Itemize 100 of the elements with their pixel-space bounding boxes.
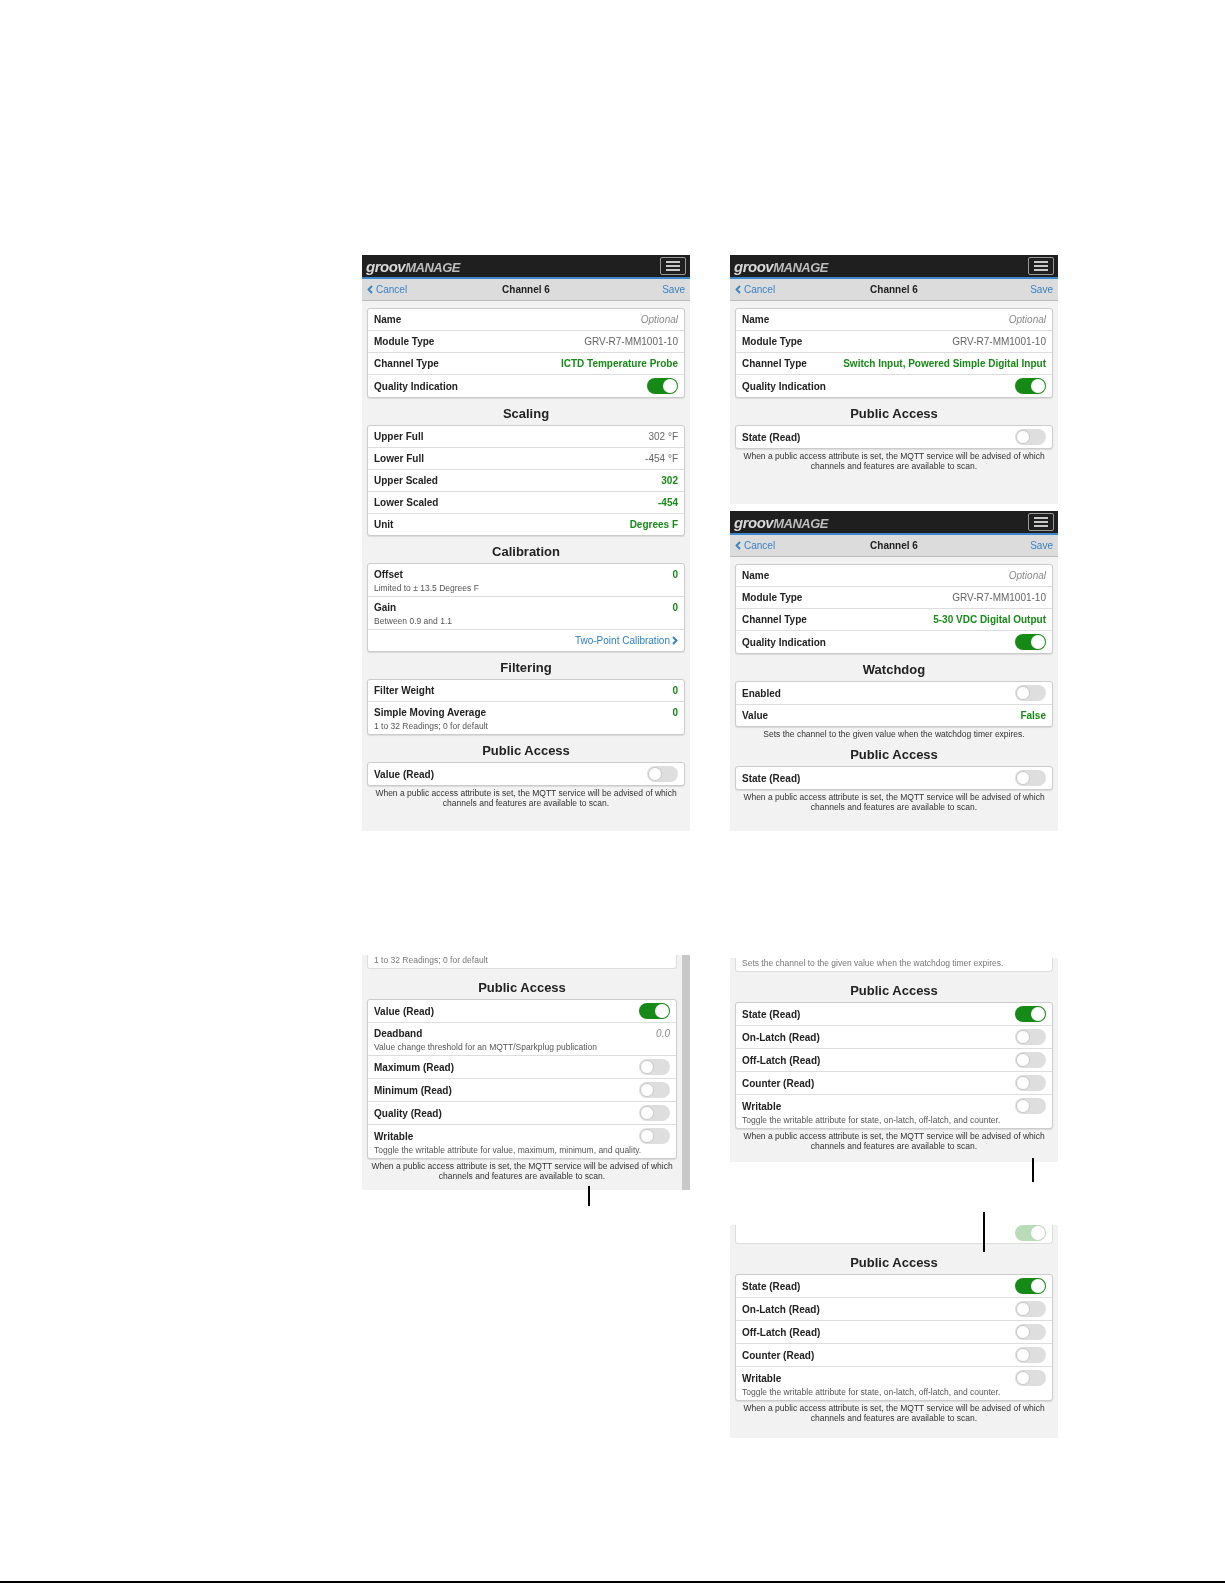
note-text: Sets the channel to the given value when the watchdog timer expires. [762, 729, 1026, 739]
section-heading: Public Access [481, 743, 571, 759]
field-value: GRV-R7-MM1001-10 [584, 335, 678, 349]
field-hint: Sets the channel to the given value when the watchdog timer expires. [742, 958, 1004, 969]
save-link[interactable]: Save [1030, 282, 1053, 297]
toggle-switch[interactable] [1015, 1347, 1046, 1363]
field-value[interactable]: 0.0 [656, 1026, 670, 1041]
chevron-left-icon [735, 541, 741, 550]
field-value[interactable]: Optional [1008, 568, 1046, 583]
section-heading: Public Access [849, 747, 939, 763]
section-heading: Calibration [491, 544, 561, 560]
field-value[interactable]: 0 [672, 705, 678, 720]
field-label: Quality (Read) [374, 1106, 442, 1121]
field-value[interactable]: Switch Input, Powered Simple Digital Input [843, 356, 1046, 371]
toggle-switch[interactable] [1015, 1052, 1046, 1068]
toggle-switch[interactable] [1015, 1324, 1046, 1340]
field-value[interactable]: False [1020, 708, 1046, 723]
field-label: Channel Type [374, 357, 439, 371]
section-heading: Public Access [849, 1255, 939, 1271]
field-value[interactable]: ICTD Temperature Probe [560, 356, 678, 371]
cancel-link[interactable]: Cancel [367, 282, 408, 297]
field-label: Value (Read) [374, 1004, 435, 1019]
toggle-switch[interactable] [1015, 685, 1046, 701]
toggle-switch[interactable] [639, 1003, 670, 1019]
field-value[interactable]: Optional [1008, 312, 1046, 327]
note-text: When a public access attribute is set, the MQTT service will be advised of which channels and features are available to scan. [370, 1161, 674, 1181]
toggle-switch[interactable] [639, 1105, 670, 1121]
field-label: State (Read) [742, 771, 801, 786]
toggle-switch[interactable] [1015, 770, 1046, 786]
field-value[interactable]: 0 [672, 600, 678, 615]
toggle-switch[interactable] [1015, 1301, 1046, 1317]
field-hint: Toggle the writable attribute for state, on-latch, off-latch, and counter. [742, 1387, 1002, 1397]
leader-line [588, 1186, 590, 1206]
toggle-switch[interactable] [1015, 1029, 1046, 1045]
field-label: Enabled [742, 686, 781, 701]
field-label: Counter (Read) [742, 1076, 815, 1091]
field-label: State (Read) [742, 430, 801, 445]
toggle-switch[interactable] [1015, 1278, 1046, 1294]
field-label: Channel Type [742, 357, 807, 371]
field-label: Module Type [374, 335, 435, 349]
menu-icon [666, 261, 680, 271]
field-hint: 1 to 32 Readings; 0 for default [374, 721, 489, 731]
section-heading: Public Access [477, 980, 567, 996]
field-label: Module Type [742, 591, 803, 605]
field-label: Counter (Read) [742, 1348, 815, 1363]
field-label: Upper Scaled [374, 474, 438, 488]
field-hint: Value change threshold for an MQTT/Sparkplug publication [374, 1042, 598, 1052]
toggle-switch[interactable] [1015, 1075, 1046, 1091]
field-hint: Between 0.9 and 1.1 [374, 616, 453, 626]
field-label: Offset [374, 568, 403, 582]
field-label: Quality Indication [742, 379, 826, 394]
chevron-left-icon [367, 285, 373, 294]
toggle-switch[interactable] [647, 766, 678, 782]
toggle-switch[interactable] [639, 1082, 670, 1098]
field-value[interactable]: 0 [672, 683, 678, 698]
menu-icon [1034, 517, 1048, 527]
toggle-switch[interactable] [1015, 1370, 1046, 1386]
field-value[interactable]: 0 [672, 567, 678, 582]
field-hint: 1 to 32 Readings; 0 for default [374, 955, 488, 966]
toggle-switch[interactable] [1015, 634, 1046, 650]
field-value[interactable]: Degrees F [629, 517, 678, 532]
field-label: Name [374, 313, 402, 327]
app-logo: groovMANAGE [366, 258, 460, 274]
field-label: State (Read) [742, 1007, 801, 1022]
app-logo: groovMANAGE [734, 514, 828, 530]
field-label: Writable [742, 1371, 782, 1386]
toggle-switch[interactable] [1015, 378, 1046, 394]
calibration-link[interactable]: Two-Point Calibration [574, 633, 678, 648]
toggle-switch[interactable] [1015, 1006, 1046, 1022]
field-label: On-Latch (Read) [742, 1302, 820, 1317]
cancel-link[interactable]: Cancel [735, 282, 776, 297]
field-hint: Toggle the writable attribute for state, on-latch, off-latch, and counter. [742, 1115, 1002, 1125]
section-heading: Watchdog [861, 662, 927, 678]
field-value[interactable]: 302 [661, 473, 678, 488]
field-label: Minimum (Read) [374, 1083, 452, 1098]
field-label: Filter Weight [374, 684, 435, 698]
section-heading: Public Access [849, 406, 939, 422]
field-label: Off-Latch (Read) [742, 1325, 821, 1340]
save-link[interactable]: Save [662, 282, 685, 297]
field-value[interactable]: 5-30 VDC Digital Output [933, 612, 1046, 627]
app-logo: groovMANAGE [734, 258, 828, 274]
toggle-switch[interactable] [1015, 1098, 1046, 1114]
field-label: Upper Full [374, 430, 424, 444]
toggle-switch[interactable] [1015, 429, 1046, 445]
toggle-switch[interactable] [647, 378, 678, 394]
save-link[interactable]: Save [1030, 538, 1053, 553]
menu-button[interactable] [1028, 257, 1054, 275]
field-label: On-Latch (Read) [742, 1030, 820, 1045]
menu-button[interactable] [660, 257, 686, 275]
field-label: State (Read) [742, 1279, 801, 1294]
toggle-switch[interactable] [639, 1059, 670, 1075]
field-value[interactable]: -454 [658, 495, 678, 510]
cancel-link[interactable]: Cancel [735, 538, 776, 553]
menu-button[interactable] [1028, 513, 1054, 531]
section-heading: Scaling [501, 406, 551, 422]
toggle-switch[interactable] [639, 1128, 670, 1144]
note-text: When a public access attribute is set, the MQTT service will be advised of which channels and features are available to scan. [742, 451, 1046, 471]
page-title: Channel 6 [870, 283, 918, 297]
field-value[interactable]: Optional [640, 312, 678, 327]
note-text: When a public access attribute is set, the MQTT service will be advised of which channels and features are available to scan. [742, 1131, 1046, 1151]
